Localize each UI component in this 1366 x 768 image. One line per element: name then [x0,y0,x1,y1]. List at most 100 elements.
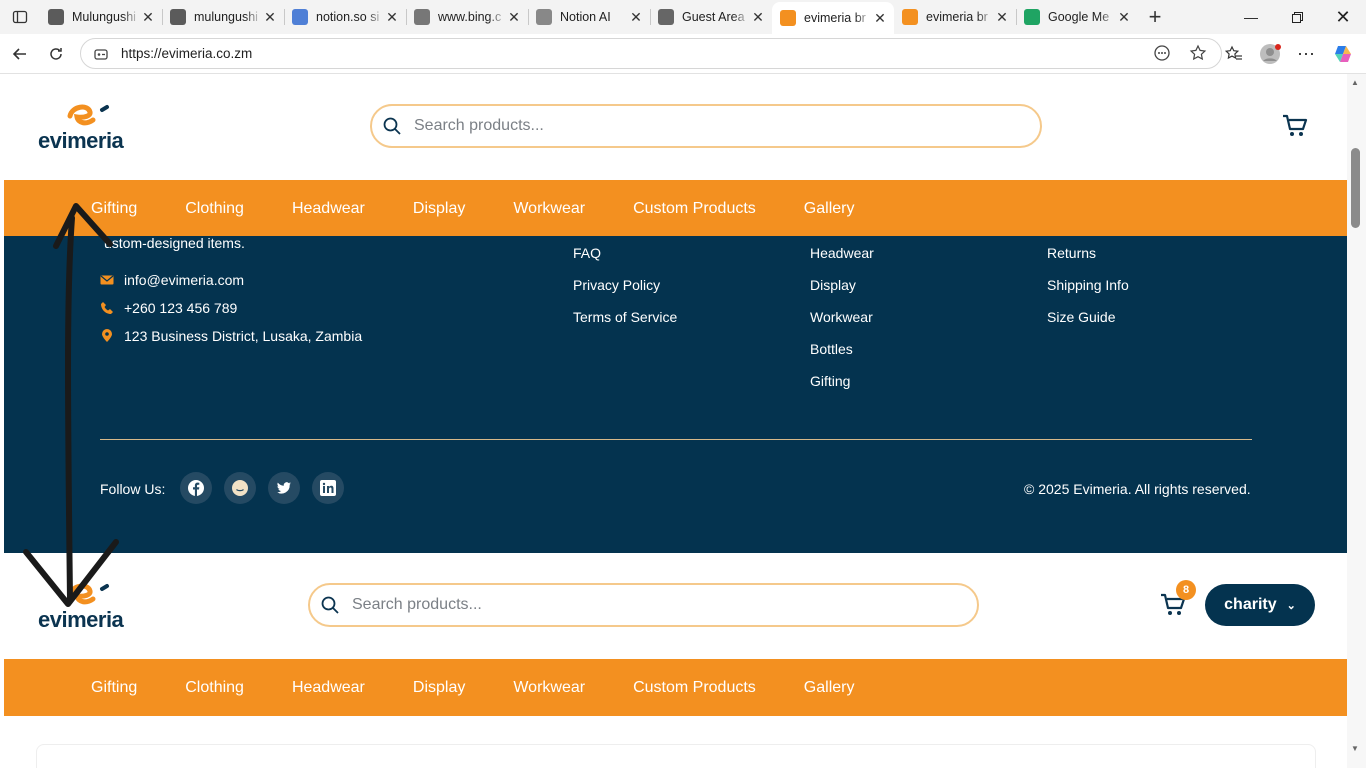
tab-title: Google Me [1048,10,1110,24]
favorites-icon[interactable] [1220,40,1248,68]
footer-category-link[interactable]: Workwear [810,309,873,325]
reddit-link[interactable] [224,472,256,504]
more-menu-icon[interactable]: ⋯ [1292,40,1320,68]
nav-link-gallery[interactable]: Gallery [804,200,855,218]
refresh-button[interactable] [42,40,70,68]
close-tab-icon[interactable]: ✕ [506,9,522,26]
category-nav-top: Gifting Clothing Headwear Display Workwear Cu… [4,180,1347,237]
footer-category-link[interactable]: Gifting [810,373,850,389]
footer-divider [100,439,1252,440]
nav-link-gifting[interactable]: Gifting [91,679,137,697]
footer-help-link[interactable]: Privacy Policy [573,277,660,293]
evimeria-icon [780,10,796,26]
footer-email[interactable]: info@evimeria.com [100,272,244,288]
twitter-link[interactable] [268,472,300,504]
tab-title: Guest Area [682,10,745,24]
search-input-top[interactable] [414,117,949,135]
browser-tab[interactable]: mulungushi ✕ [162,0,284,34]
footer-category-link[interactable]: Bottles [810,341,853,357]
phone-icon [101,302,113,314]
reader-mode-icon[interactable] [1153,44,1171,62]
evimeria-logo[interactable]: evimeria [38,98,138,153]
search-bar-top[interactable] [370,104,1042,148]
scrollbar-thumb[interactable] [1351,148,1360,228]
browser-tab-bar: Mulungushi ✕ mulungushi ✕ notion.so si ✕ www.b… [0,0,1366,34]
scroll-up-arrow-icon[interactable]: ▲ [1351,78,1359,87]
content-card-edge [36,744,1316,768]
close-tab-icon[interactable]: ✕ [1116,9,1132,26]
browser-tab[interactable]: evimeria br ✕ [894,0,1016,34]
close-tab-icon[interactable]: ✕ [628,9,644,26]
browser-tab[interactable]: Google Me ✕ [1016,0,1138,34]
evimeria-logo-sticky[interactable]: evimeria [38,577,138,632]
copilot-icon[interactable] [1329,40,1357,68]
nav-link-workwear[interactable]: Workwear [513,200,585,218]
close-tab-icon[interactable]: ✕ [750,9,766,26]
nav-link-workwear[interactable]: Workwear [513,679,585,697]
tab-title: evimeria br [804,11,866,25]
globe-icon [658,9,674,25]
footer-policy-link[interactable]: Returns [1047,245,1096,261]
browser-tab[interactable]: Mulungushi ✕ [40,0,162,34]
footer-category-link[interactable]: Headwear [810,245,874,261]
close-tab-icon[interactable]: ✕ [384,9,400,26]
tab-title: www.bing.c [438,10,502,24]
footer-help-link[interactable]: Terms of Service [573,309,677,325]
footer-policy-link[interactable]: Shipping Info [1047,277,1129,293]
mulungushi-icon [48,9,64,25]
nav-link-custom-products[interactable]: Custom Products [633,200,756,218]
search-input-sticky[interactable] [352,596,886,614]
close-tab-icon[interactable]: ✕ [262,9,278,26]
url-text: https://evimeria.co.zm [121,46,253,61]
tab-title: Notion AI [560,10,611,24]
close-tab-icon[interactable]: ✕ [994,9,1010,26]
nav-link-gallery[interactable]: Gallery [804,679,855,697]
nav-link-headwear[interactable]: Headwear [292,679,365,697]
address-bar-row: https://evimeria.co.zm ⋯ [0,34,1366,74]
scroll-down-arrow-icon[interactable]: ▼ [1351,744,1359,753]
nav-link-display[interactable]: Display [413,200,465,218]
browser-tab[interactable]: Notion AI ✕ [528,0,650,34]
nav-link-display[interactable]: Display [413,679,465,697]
facebook-link[interactable] [180,472,212,504]
url-field[interactable]: https://evimeria.co.zm [80,38,1222,69]
tab-title: Mulungushi [72,10,136,24]
favorite-star-icon[interactable] [1189,44,1207,62]
cart-count-badge: 8 [1176,580,1196,600]
linkedin-link[interactable] [312,472,344,504]
minimize-button[interactable]: — [1228,0,1274,34]
footer-help-link[interactable]: FAQ [573,245,601,261]
reddit-icon [232,480,248,496]
follow-us-label: Follow Us: [100,481,166,497]
evimeria-icon [902,9,918,25]
linkedin-icon [320,480,336,496]
close-tab-icon[interactable]: ✕ [140,9,156,26]
new-tab-button[interactable]: + [1138,0,1172,34]
footer-phone[interactable]: +260 123 456 789 [100,300,237,316]
nav-link-clothing[interactable]: Clothing [185,200,244,218]
nav-link-clothing[interactable]: Clothing [185,679,244,697]
page-viewport: evimeria Gifting Clothing Headwear Display W… [4,74,1347,768]
cart-icon-top[interactable] [1281,112,1309,140]
browser-tab[interactable]: evimeria br ✕ [772,2,894,34]
site-info-icon[interactable] [93,46,109,62]
nav-link-gifting[interactable]: Gifting [91,200,137,218]
search-icon [292,9,308,25]
browser-tab[interactable]: www.bing.c ✕ [406,0,528,34]
footer-category-link[interactable]: Display [810,277,856,293]
workspaces-icon[interactable] [0,0,40,34]
close-tab-icon[interactable]: ✕ [872,10,888,27]
footer-address-text: 123 Business District, Lusaka, Zambia [124,328,363,344]
browser-tab[interactable]: notion.so si ✕ [284,0,406,34]
nav-link-headwear[interactable]: Headwear [292,200,365,218]
search-bar-sticky[interactable] [308,583,979,627]
restore-button[interactable] [1274,0,1320,34]
user-menu-button[interactable]: charity ⌄ [1205,584,1315,626]
profile-avatar-icon[interactable] [1256,40,1284,68]
nav-link-custom-products[interactable]: Custom Products [633,679,756,697]
close-window-button[interactable]: ✕ [1320,0,1366,34]
page-scrollbar[interactable]: ▲ ▼ [1347,74,1366,768]
back-button[interactable] [6,40,34,68]
footer-policy-link[interactable]: Size Guide [1047,309,1115,325]
browser-tab[interactable]: Guest Area ✕ [650,0,772,34]
